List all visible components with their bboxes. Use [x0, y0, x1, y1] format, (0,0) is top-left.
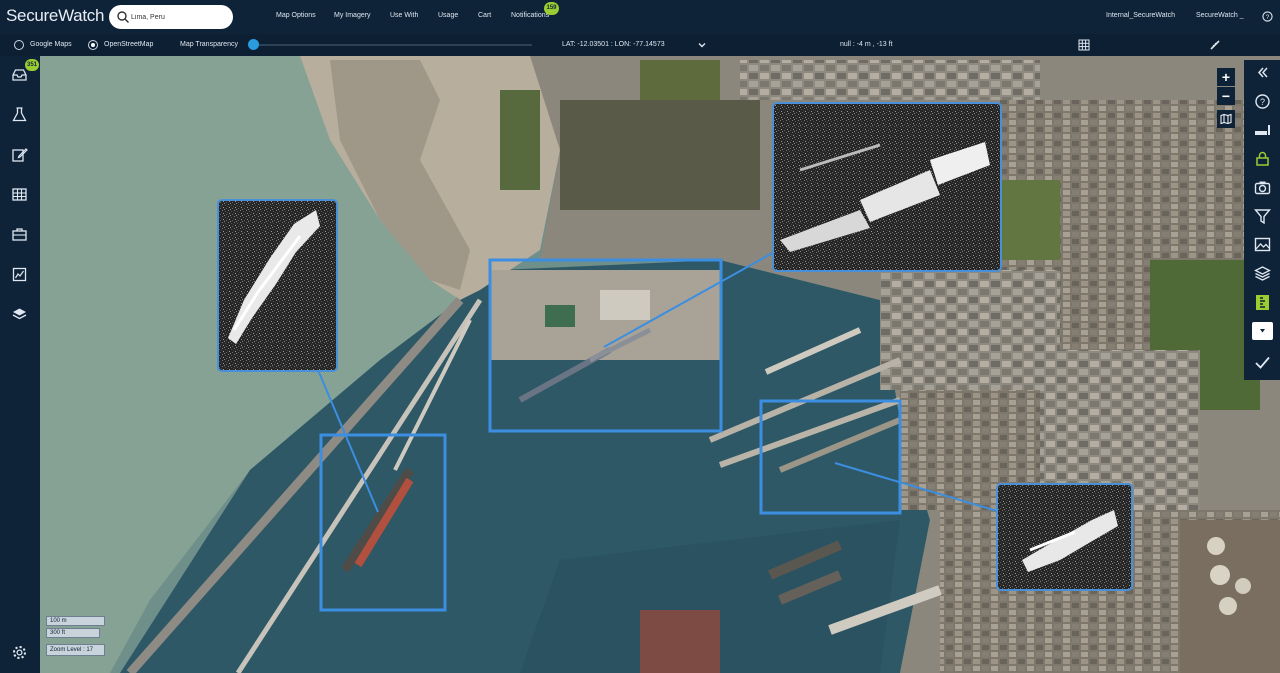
filter-icon[interactable]	[1254, 208, 1271, 225]
account-menu[interactable]: Internal_SecureWatch	[1106, 12, 1175, 19]
dropdown-button[interactable]	[1252, 322, 1273, 340]
svg-text:?: ?	[1260, 97, 1265, 107]
map-transparency-label: Map Transparency	[180, 41, 238, 48]
location-search[interactable]	[109, 5, 233, 29]
dropdown-icon	[1260, 329, 1265, 333]
radio-google-maps[interactable]	[14, 40, 24, 50]
securewatch-app: SecureWatch Map Options My Imagery Use W…	[0, 0, 1280, 673]
settings-icon[interactable]	[11, 644, 28, 661]
zoom-out-button[interactable]: −	[1217, 87, 1235, 105]
map-icon	[1220, 113, 1232, 125]
satellite-map[interactable]	[40, 56, 1280, 673]
search-input[interactable]	[131, 9, 227, 25]
map-transparency-slider[interactable]	[254, 44, 532, 46]
app-logo[interactable]: SecureWatch	[6, 6, 104, 26]
sar-inset-tanker[interactable]	[217, 199, 338, 372]
layers-icon[interactable]	[1254, 265, 1271, 282]
scale-imperial: 300 ft	[46, 628, 100, 638]
measure-icon[interactable]	[1209, 39, 1221, 51]
nav-usage[interactable]: Usage	[438, 12, 458, 19]
nav-map-options[interactable]: Map Options	[276, 12, 316, 19]
nav-use-with[interactable]: Use With	[390, 12, 418, 19]
collapse-icon[interactable]	[1254, 64, 1271, 81]
search-icon	[117, 11, 129, 23]
help-icon[interactable]: ?	[1262, 11, 1273, 22]
layers-icon[interactable]	[11, 306, 28, 323]
nav-cart[interactable]: Cart	[478, 12, 491, 19]
right-toolbar: ?	[1244, 60, 1280, 380]
map-transparency-handle[interactable]	[248, 39, 259, 50]
report-icon[interactable]	[11, 266, 28, 283]
user-menu[interactable]: SecureWatch _	[1196, 12, 1244, 19]
flask-icon[interactable]	[11, 106, 28, 123]
grid-icon[interactable]	[1078, 39, 1090, 51]
lock-icon[interactable]	[1254, 150, 1271, 167]
ruler-icon[interactable]	[1254, 294, 1271, 311]
inbox-badge: 351	[25, 59, 39, 71]
nav-notifications[interactable]: Notifications	[511, 12, 549, 19]
briefcase-icon[interactable]	[11, 226, 28, 243]
svg-text:?: ?	[1266, 14, 1270, 21]
sar-inset-port[interactable]	[772, 102, 1002, 272]
edit-icon[interactable]	[11, 146, 28, 163]
sar-inset-pier[interactable]	[996, 483, 1133, 591]
radio-openstreetmap[interactable]	[88, 40, 98, 50]
scale-metric: 100 m	[46, 616, 105, 626]
notifications-badge: 159	[544, 2, 559, 15]
label-google-maps: Google Maps	[30, 41, 72, 48]
map-view-button[interactable]	[1217, 110, 1235, 128]
chevron-down-icon[interactable]	[697, 40, 707, 50]
elevation-readout: null : -4 m , -13 ft	[840, 41, 893, 48]
satellite-imagery	[40, 56, 1280, 673]
coordinate-readout: LAT: -12.03501 : LON: -77.14573	[562, 41, 665, 48]
label-openstreetmap: OpenStreetMap	[104, 41, 154, 48]
signal-icon[interactable]	[1254, 122, 1271, 139]
zoom-level: Zoom Level : 17	[46, 644, 105, 656]
nav-my-imagery[interactable]: My Imagery	[334, 12, 371, 19]
camera-icon[interactable]	[1254, 179, 1271, 196]
left-sidebar	[0, 56, 40, 673]
zoom-in-button[interactable]: +	[1217, 68, 1235, 86]
map-options-bar: Google Maps OpenStreetMap Map Transparen…	[0, 34, 1280, 56]
table-icon[interactable]	[11, 186, 28, 203]
top-navigation-bar: SecureWatch Map Options My Imagery Use W…	[0, 0, 1280, 34]
check-icon[interactable]	[1254, 354, 1271, 371]
help-icon[interactable]: ?	[1254, 93, 1271, 110]
image-icon[interactable]	[1254, 236, 1271, 253]
